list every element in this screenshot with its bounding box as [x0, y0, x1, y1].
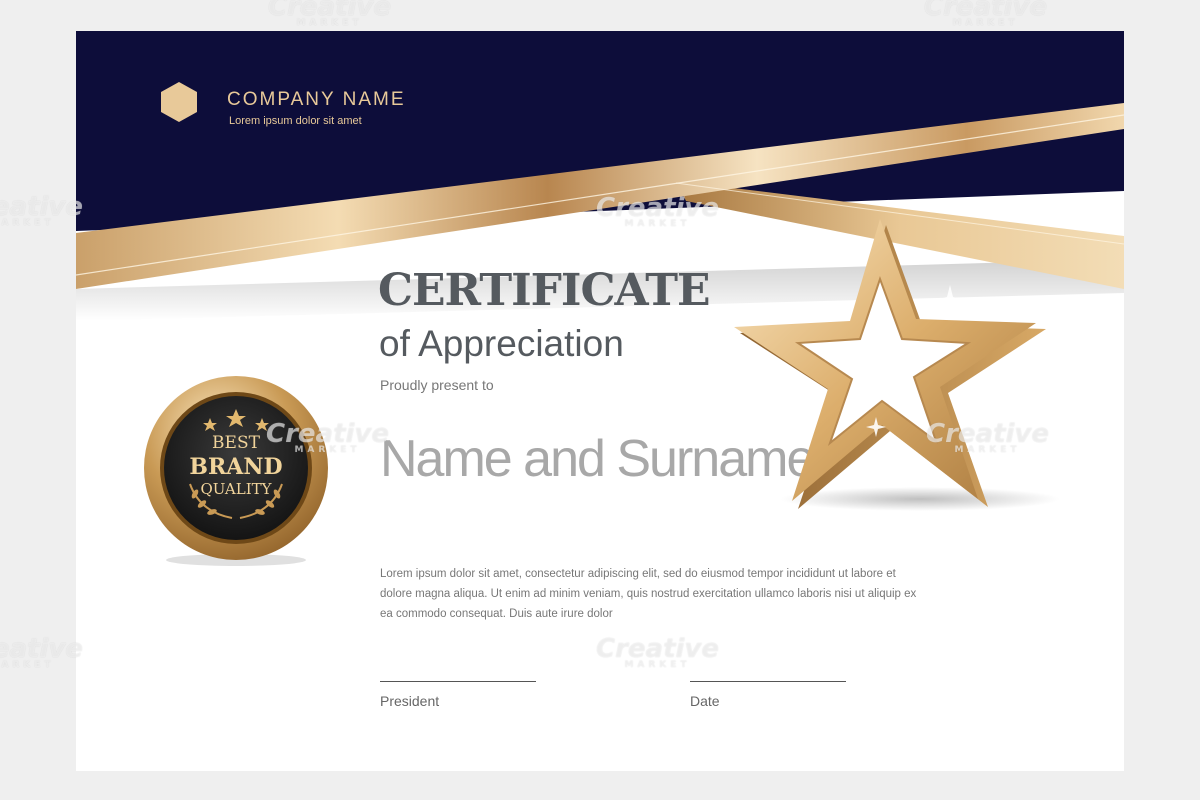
- certificate-subtitle: of Appreciation: [379, 323, 624, 364]
- badge-line2: BRAND: [189, 454, 282, 480]
- date-label: Date: [690, 693, 720, 709]
- quality-seal-icon: BEST BRAND QUALITY: [144, 376, 328, 566]
- company-name: COMPANY NAME: [227, 89, 406, 110]
- president-signature-line: [380, 681, 536, 682]
- gold-star-icon: [734, 219, 1060, 511]
- badge-line3: QUALITY: [200, 480, 272, 498]
- watermark: CreativeMARKET: [268, 0, 392, 28]
- company-tagline: Lorem ipsum dolor sit amet: [229, 115, 362, 127]
- badge-line1: BEST: [212, 433, 261, 453]
- president-label: President: [380, 693, 440, 709]
- watermark: CreativeMARKET: [0, 634, 84, 670]
- watermark: CreativeMARKET: [0, 192, 84, 228]
- certificate-body: Lorem ipsum dolor sit amet, consectetur …: [380, 568, 917, 620]
- certificate-title: CERTIFICATE: [378, 265, 711, 316]
- present-label: Proudly present to: [380, 377, 494, 393]
- hexagon-logo-icon: [161, 82, 197, 122]
- watermark: CreativeMARKET: [924, 0, 1048, 28]
- date-signature-line: [690, 681, 846, 682]
- certificate-card: COMPANY NAME Lorem ipsum dolor sit amet …: [76, 31, 1124, 771]
